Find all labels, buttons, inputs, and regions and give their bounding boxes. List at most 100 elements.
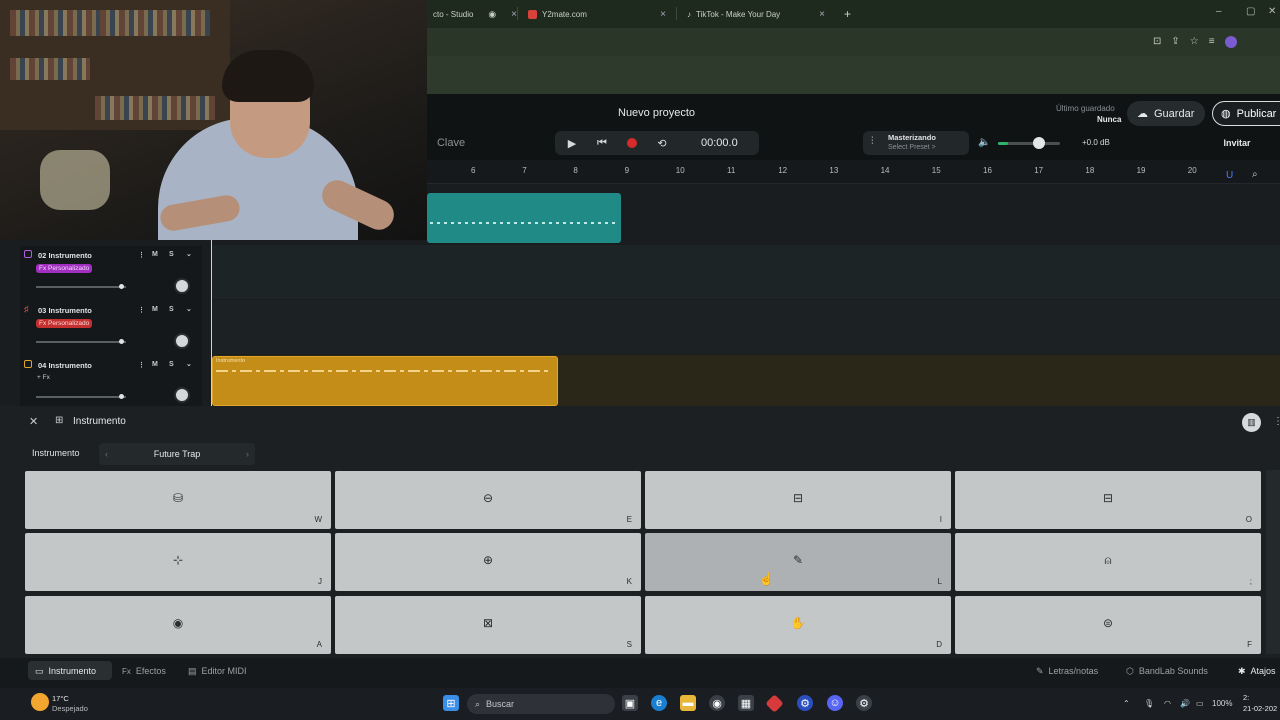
chevron-down-icon[interactable]: ⌄ xyxy=(186,250,192,258)
track-name[interactable]: Instrumento xyxy=(48,306,91,315)
chevron-right-icon[interactable]: › xyxy=(246,449,249,459)
slider-handle[interactable] xyxy=(119,394,124,399)
close-panel-icon[interactable]: ✕ xyxy=(29,415,38,428)
more-options-icon[interactable]: ⋮ xyxy=(1273,416,1280,427)
clock-time[interactable]: 2: xyxy=(1243,693,1249,702)
solo-button[interactable]: S xyxy=(169,361,174,368)
drum-pad[interactable]: ⊟ O xyxy=(955,471,1261,529)
chrome-icon[interactable]: ◉ xyxy=(709,695,725,711)
weather-temperature[interactable]: 17°C xyxy=(52,694,69,703)
arranger-side-strip[interactable] xyxy=(1266,470,1280,654)
slider-handle[interactable] xyxy=(119,284,124,289)
close-window-button[interactable]: ✕ xyxy=(1268,6,1276,17)
record-button[interactable] xyxy=(617,131,647,155)
browser-tab-studio[interactable]: cto - Studio ◉ × xyxy=(427,4,523,24)
pan-knob[interactable] xyxy=(174,278,190,294)
task-view-icon[interactable]: ▣ xyxy=(622,695,638,711)
playhead[interactable] xyxy=(211,240,212,406)
chevron-left-icon[interactable]: ‹ xyxy=(105,449,108,459)
microphone-icon[interactable]: 🎙 xyxy=(1144,699,1154,708)
track-lane[interactable] xyxy=(212,300,1280,354)
clock-date[interactable]: 21-02-202 xyxy=(1243,704,1277,713)
pan-knob[interactable] xyxy=(174,333,190,349)
profile-avatar[interactable] xyxy=(1224,36,1237,48)
tab-instrument[interactable]: ▭ Instrumento xyxy=(35,664,96,678)
fx-badge[interactable]: Fx Personalizado xyxy=(36,319,93,328)
publish-button[interactable]: ◍ Publicar xyxy=(1212,101,1280,126)
track-name[interactable]: Instrumento xyxy=(48,251,91,260)
keyboard-view-icon[interactable]: ▥ xyxy=(1242,413,1261,432)
pan-knob[interactable] xyxy=(174,387,190,403)
track-name[interactable]: Instrumento xyxy=(48,361,91,370)
save-button[interactable]: ☁ Guardar xyxy=(1127,101,1205,126)
edge-browser-icon[interactable]: e xyxy=(651,695,667,711)
project-title[interactable]: Nuevo proyecto xyxy=(618,107,695,119)
wifi-icon[interactable]: ◠ xyxy=(1164,699,1171,708)
tray-chevron-icon[interactable]: ⌃ xyxy=(1123,699,1130,708)
solo-button[interactable]: S xyxy=(169,306,174,313)
file-explorer-icon[interactable]: ▬ xyxy=(680,695,696,711)
browser-tab-y2mate[interactable]: Y2mate.com × xyxy=(522,4,672,24)
minimize-button[interactable]: – xyxy=(1216,6,1222,17)
app-icon[interactable]: ⚙ xyxy=(797,695,813,711)
settings-icon[interactable]: ⚙ xyxy=(856,695,872,711)
windows-start-icon[interactable]: ⊞ xyxy=(443,695,459,711)
drum-pad[interactable]: ⊖ E xyxy=(335,471,641,529)
track-header-04[interactable]: 04 Instrumento + Fx ⋮ M S ⌄ xyxy=(20,356,202,406)
key-button[interactable]: Clave xyxy=(427,132,475,154)
reading-list-icon[interactable]: ≡ xyxy=(1209,36,1215,48)
track-lane[interactable] xyxy=(212,245,1280,299)
drum-pad[interactable]: ⍝; xyxy=(955,533,1261,591)
drum-pad[interactable]: ◉ A xyxy=(25,596,331,654)
battery-icon[interactable]: ▭ xyxy=(1196,699,1204,708)
track-volume-slider[interactable] xyxy=(36,286,126,288)
mute-button[interactable]: M xyxy=(152,361,158,368)
track-header-02[interactable]: 02 Instrumento Fx Personalizado ⋮ M S ⌄ xyxy=(20,246,202,301)
drum-pad[interactable]: ⛁ W xyxy=(25,471,331,529)
add-fx-button[interactable]: + Fx xyxy=(34,373,53,382)
drum-pad[interactable]: ⊠ S xyxy=(335,596,641,654)
screenshot-icon[interactable]: ⊡ xyxy=(1153,36,1161,48)
rewind-button[interactable]: ⏮ xyxy=(587,131,617,155)
bookmark-star-icon[interactable]: ☆ xyxy=(1190,36,1199,48)
slider-handle[interactable] xyxy=(119,339,124,344)
track-menu-icon[interactable]: ⋮ xyxy=(138,306,145,314)
mute-button[interactable]: M xyxy=(152,251,158,258)
mute-button[interactable]: M xyxy=(152,306,158,313)
track-menu-icon[interactable]: ⋮ xyxy=(138,251,145,259)
loop-button[interactable]: ⟲ xyxy=(647,131,677,155)
new-tab-button[interactable]: + xyxy=(838,4,858,24)
chevron-down-icon[interactable]: ⌄ xyxy=(186,360,192,368)
share-icon[interactable]: ⇪ xyxy=(1171,36,1179,48)
mastering-button[interactable]: ⫶ Masterizando Select Preset > xyxy=(863,131,969,155)
speaker-icon[interactable]: 🔈 xyxy=(978,137,990,148)
drum-pad[interactable]: ⊜ F xyxy=(955,596,1261,654)
invite-button[interactable]: Invitar xyxy=(1214,132,1260,154)
taskbar-search[interactable]: ⌕ Buscar xyxy=(467,694,615,714)
browser-tab-tiktok[interactable]: ♪ TikTok - Make Your Day × xyxy=(681,4,831,24)
tab-midi-editor[interactable]: ▤ Editor MIDI xyxy=(188,664,247,678)
weather-condition[interactable]: Despejado xyxy=(52,704,88,713)
chevron-down-icon[interactable]: ⌄ xyxy=(186,305,192,313)
weather-sun-icon[interactable] xyxy=(31,693,49,711)
track-menu-icon[interactable]: ⋮ xyxy=(138,361,145,369)
solo-button[interactable]: S xyxy=(169,251,174,258)
volume-icon[interactable]: 🔊 xyxy=(1180,699,1190,708)
discord-icon[interactable]: ☺ xyxy=(827,695,843,711)
tab-effects[interactable]: Fx Efectos xyxy=(122,664,166,678)
instrument-clip[interactable] xyxy=(212,356,558,406)
battery-percent[interactable]: 100% xyxy=(1212,699,1232,708)
fx-badge[interactable]: Fx Personalizado xyxy=(36,264,93,273)
close-tab-icon[interactable]: × xyxy=(819,9,825,20)
drum-pad[interactable]: ⊹ J xyxy=(25,533,331,591)
snap-magnet-icon[interactable]: U xyxy=(1226,170,1233,181)
drum-pad[interactable]: ✎ L xyxy=(645,533,951,591)
track-header-03[interactable]: ♯ 03 Instrumento Fx Personalizado ⋮ M S … xyxy=(20,301,202,356)
close-tab-icon[interactable]: × xyxy=(660,9,666,20)
zoom-icon[interactable]: ⌕ xyxy=(1252,169,1258,180)
store-icon[interactable]: ▦ xyxy=(738,695,754,711)
track-volume-slider[interactable] xyxy=(36,396,126,398)
maximize-button[interactable]: ▢ xyxy=(1246,6,1255,17)
volume-slider-handle[interactable] xyxy=(1033,137,1045,149)
drum-pad[interactable]: ✋ D xyxy=(645,596,951,654)
